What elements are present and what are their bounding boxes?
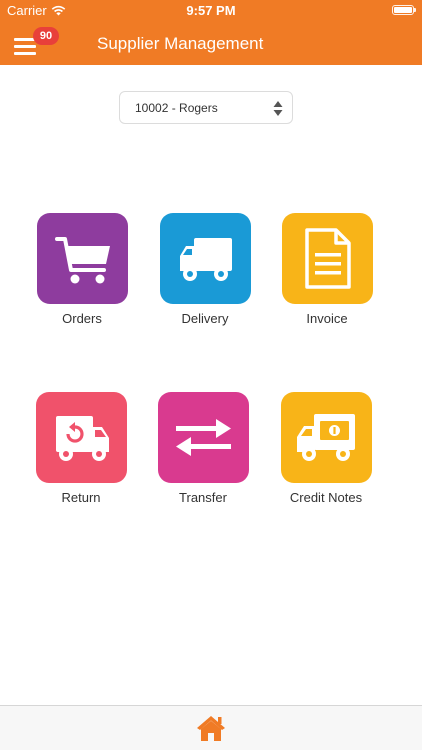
battery-icon xyxy=(392,5,416,15)
return-label: Return xyxy=(61,490,101,505)
invoice-icon-box xyxy=(282,213,373,304)
page-title: Supplier Management xyxy=(97,34,264,53)
credit-notes-icon-box xyxy=(281,392,372,483)
orders-icon-box xyxy=(37,213,128,304)
supplier-select[interactable]: 10002 - Rogers xyxy=(119,91,293,124)
transfer-tile[interactable]: Transfer xyxy=(143,392,263,512)
status-bar: Carrier 9:57 PM xyxy=(0,0,422,22)
status-time: 9:57 PM xyxy=(186,3,236,18)
notification-badge: 90 xyxy=(33,27,59,45)
invoice-label: Invoice xyxy=(306,311,348,326)
truck-icon xyxy=(180,238,232,281)
orders-label: Orders xyxy=(62,311,102,326)
delivery-tile[interactable]: Delivery xyxy=(145,213,265,333)
return-icon-box xyxy=(36,392,127,483)
money-truck-icon xyxy=(297,414,355,461)
home-tab[interactable] xyxy=(195,713,227,743)
delivery-label: Delivery xyxy=(181,311,229,326)
cart-icon xyxy=(55,237,110,284)
delivery-icon-box xyxy=(160,213,251,304)
invoice-tile[interactable]: Invoice xyxy=(267,213,387,333)
transfer-arrows-icon xyxy=(176,419,231,456)
select-arrows-icon xyxy=(273,101,283,116)
credit-notes-label: Credit Notes xyxy=(289,490,363,505)
nav-bar: 90 Supplier Management xyxy=(0,22,422,65)
tab-bar xyxy=(0,705,422,750)
credit-notes-tile[interactable]: Credit Notes xyxy=(266,392,386,512)
transfer-icon-box xyxy=(158,392,249,483)
supplier-select-value: 10002 - Rogers xyxy=(135,101,218,115)
orders-tile[interactable]: Orders xyxy=(22,213,142,333)
return-tile[interactable]: Return xyxy=(21,392,141,512)
return-truck-icon xyxy=(56,416,109,461)
transfer-label: Transfer xyxy=(179,490,227,505)
home-icon xyxy=(197,716,225,741)
document-icon xyxy=(305,228,351,289)
